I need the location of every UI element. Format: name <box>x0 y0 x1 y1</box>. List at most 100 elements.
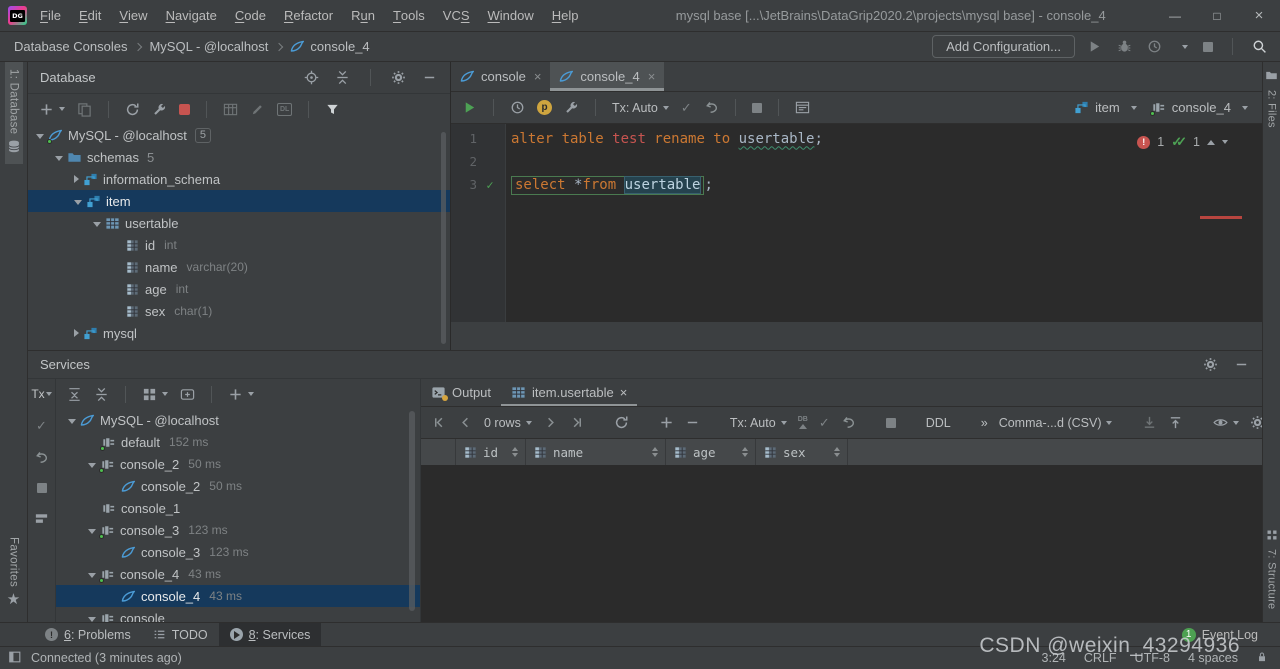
column-header-name[interactable]: name <box>526 439 666 465</box>
menu-file[interactable]: File <box>31 0 70 31</box>
menu-tools[interactable]: Tools <box>384 0 434 31</box>
breadcrumb-item[interactable]: Database Consoles <box>14 39 127 54</box>
chevron-right-icon[interactable] <box>74 329 79 337</box>
close-icon[interactable]: × <box>648 69 656 84</box>
toolwindow-button-database[interactable]: 1: Database <box>4 62 23 165</box>
bug-button[interactable] <box>1114 37 1135 56</box>
column-header-age[interactable]: age <box>666 439 756 465</box>
maximize-icon[interactable]: □ <box>1196 0 1238 31</box>
nav-prev-button[interactable] <box>455 413 476 432</box>
check-dim-button[interactable]: ✓ <box>33 417 50 434</box>
services-tree-item-mysql-localhost[interactable]: MySQL - @localhost <box>56 409 420 431</box>
minus-button[interactable] <box>682 413 703 432</box>
add-service-button[interactable] <box>177 385 198 404</box>
session-switcher[interactable]: console_4 <box>1149 100 1248 116</box>
grid-tx-auto-button[interactable]: Tx: Auto <box>727 414 790 432</box>
breadcrumb-item[interactable]: MySQL - @localhost <box>149 39 268 54</box>
edtb-tx-auto-button[interactable]: Tx: Auto <box>609 99 672 117</box>
run-gray-button[interactable] <box>1084 37 1105 56</box>
schema-switcher[interactable]: item <box>1074 100 1137 115</box>
menu-run[interactable]: Run <box>342 0 384 31</box>
hide-button[interactable] <box>419 68 440 87</box>
menu-help[interactable]: Help <box>543 0 588 31</box>
breadcrumb-item[interactable]: console_4 <box>290 39 370 54</box>
add-configuration-button[interactable]: Add Configuration... <box>932 35 1075 58</box>
database-tree-item-item[interactable]: item <box>28 190 450 212</box>
tab-output[interactable]: Output <box>421 379 501 406</box>
add-button[interactable] <box>656 413 677 432</box>
gear-button[interactable] <box>1247 413 1262 432</box>
stop-red-button[interactable] <box>176 102 193 117</box>
download-button[interactable] <box>1139 413 1160 432</box>
toolwindow-button-8-services[interactable]: 8: Services <box>218 623 322 646</box>
services-tree-item-console_3[interactable]: console_3 123 ms <box>56 519 420 541</box>
database-tree-item-information_schema[interactable]: information_schema <box>28 168 450 190</box>
hide-button[interactable] <box>1231 355 1252 374</box>
chevron-down-icon[interactable] <box>88 572 96 578</box>
nav-last-button[interactable] <box>566 413 587 432</box>
stop-gray-button[interactable] <box>883 416 899 430</box>
grid-comma-d-csv--button[interactable]: Comma-...d (CSV) <box>996 414 1116 432</box>
menu-vcs[interactable]: VC S <box>434 0 479 31</box>
menu-navigate[interactable]: Navigate <box>157 0 226 31</box>
menu-refactor[interactable]: Refactor <box>275 0 342 31</box>
group-by-button[interactable] <box>139 385 171 404</box>
filter-button[interactable] <box>322 100 343 119</box>
services-scrollbar[interactable] <box>409 411 415 611</box>
toolwindow-button-todo[interactable]: TODO <box>142 623 219 646</box>
gear-button[interactable] <box>1200 355 1221 374</box>
database-scrollbar[interactable] <box>441 132 446 344</box>
ddl-box-button[interactable]: DL <box>274 101 295 118</box>
nav-next-button[interactable] <box>540 413 561 432</box>
toolwindow-button-favorites[interactable]: Favorites ★ <box>5 530 22 614</box>
search-button[interactable] <box>1249 37 1270 56</box>
chevron-down-icon[interactable] <box>74 199 82 205</box>
toolwindow-button-structure[interactable]: 7: Structure <box>1264 522 1280 616</box>
run-green-button[interactable] <box>459 98 480 117</box>
rollback-button[interactable] <box>701 98 722 117</box>
close-icon[interactable]: × <box>620 385 628 400</box>
edit-pencil-button[interactable] <box>247 100 268 119</box>
sort-icon[interactable] <box>742 447 748 457</box>
params-button[interactable]: p <box>534 98 555 117</box>
services-tree-item-console_2[interactable]: console_2 50 ms <box>56 453 420 475</box>
add-button[interactable] <box>225 385 257 404</box>
database-tree-item-id[interactable]: id int <box>28 234 450 256</box>
rollback-button[interactable] <box>31 448 52 467</box>
database-tree-item-mysql[interactable]: mysql <box>28 322 450 344</box>
profiler-button[interactable] <box>1144 37 1165 56</box>
db-up-button[interactable]: DB <box>795 414 811 431</box>
table-grid-button[interactable] <box>220 100 241 119</box>
close-icon[interactable]: × <box>1238 0 1280 31</box>
toolwindow-button-files[interactable]: 2: Files <box>1263 62 1280 135</box>
menu-window[interactable]: Window <box>479 0 543 31</box>
collapse-all-button[interactable] <box>332 68 353 87</box>
collapse-all-button[interactable] <box>91 385 112 404</box>
minimize-icon[interactable]: — <box>1154 0 1196 31</box>
chevron-down-icon[interactable] <box>88 528 96 534</box>
chevron-down-icon[interactable] <box>55 155 63 161</box>
database-tree-item-sex[interactable]: sex char(1) <box>28 300 450 322</box>
tx-button[interactable]: Tx <box>28 385 54 403</box>
rollback-button[interactable] <box>838 413 859 432</box>
sort-icon[interactable] <box>834 447 840 457</box>
chevron-down-icon[interactable] <box>88 462 96 468</box>
services-tree-item-console_4[interactable]: console_4 43 ms <box>56 585 420 607</box>
services-tree-item-console_3[interactable]: console_3 123 ms <box>56 541 420 563</box>
prev-problem-icon[interactable] <box>1207 139 1215 145</box>
grid-ddl-button[interactable]: DDL <box>923 414 954 432</box>
toolwindow-button-6-problems[interactable]: ! 6: Problems <box>34 623 142 646</box>
tab-item-usertable[interactable]: item.usertable × <box>501 379 637 406</box>
add-button[interactable] <box>36 100 68 119</box>
column-header-id[interactable]: id <box>456 439 526 465</box>
services-tree-item-console_4[interactable]: console_4 43 ms <box>56 563 420 585</box>
wrench-button[interactable] <box>561 98 582 117</box>
database-tree-item-age[interactable]: age int <box>28 278 450 300</box>
grid-0-rows-button[interactable]: 0 rows <box>481 414 535 432</box>
wrench-db-button[interactable] <box>149 100 170 119</box>
chevron-right-icon[interactable] <box>74 175 79 183</box>
dropdown-button[interactable] <box>1174 43 1191 51</box>
services-tree-item-console[interactable]: console <box>56 607 420 622</box>
menu-edit[interactable]: Edit <box>70 0 110 31</box>
database-tree-item-mysql-localhost[interactable]: MySQL - @localhost 5 <box>28 124 450 146</box>
